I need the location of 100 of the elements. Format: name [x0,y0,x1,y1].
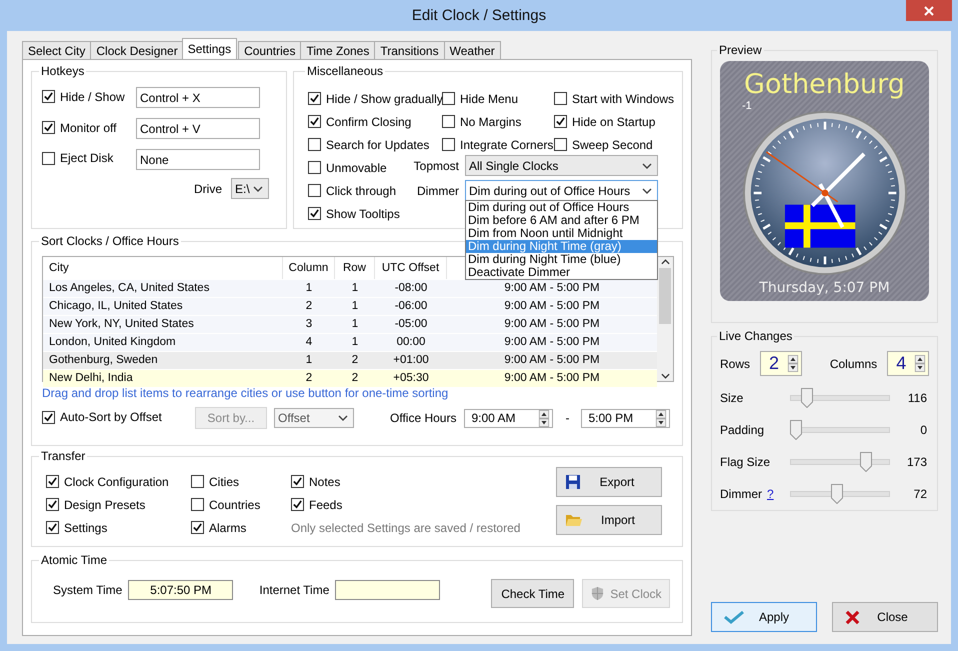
checkbox-option[interactable]: Confirm Closing [308,114,412,128]
slider-track[interactable] [790,388,890,408]
checkbox-option[interactable]: Eject Disk [42,151,114,166]
checkbox[interactable] [308,115,321,128]
tab[interactable]: Clock Designer [90,41,184,59]
checkbox-option[interactable]: Settings [46,520,108,534]
checkbox[interactable] [191,475,204,488]
drive-dropdown[interactable]: E:\ [231,178,269,199]
checkbox-option[interactable]: Hide on Startup [554,114,656,128]
checkbox[interactable] [191,521,204,534]
close-button[interactable]: Close [832,602,938,632]
checkbox-option[interactable]: Hide / Show [42,90,125,104]
spinner-arrows-icon[interactable] [538,410,550,426]
checkbox-option[interactable]: Click through [308,184,396,198]
checkbox-option[interactable]: Design Presets [46,498,146,512]
close-button[interactable] [906,0,952,21]
checkbox-option[interactable]: Integrate Corners [442,138,554,152]
checkbox[interactable] [191,498,204,511]
slider-thumb[interactable] [800,388,813,408]
spinner-arrows-icon[interactable] [655,410,668,426]
dropdown-option[interactable]: Deactivate Dimmer [466,266,657,279]
checkbox[interactable] [308,184,321,197]
checkbox[interactable] [554,115,567,128]
checkbox[interactable] [554,138,567,151]
dropdown-option[interactable]: Dim before 6 AM and after 6 PM [466,214,657,227]
tab[interactable]: Time Zones [300,41,376,59]
checkbox-option[interactable]: Hide Menu [442,92,518,106]
check-time-button[interactable]: Check Time [491,579,574,608]
help-link[interactable]: ? [767,487,774,501]
spinner-arrows-icon[interactable] [914,355,926,372]
apply-button[interactable]: Apply [711,602,817,632]
checkbox[interactable] [308,92,321,105]
checkbox-option[interactable]: Countries [191,498,260,512]
scrollbar[interactable] [657,257,673,381]
checkbox-option[interactable]: No Margins [442,114,522,128]
table-row[interactable]: Gothenburg, Sweden 1 2 +01:00 9:00 AM - 5:00 PM [43,351,657,369]
checkbox[interactable] [42,152,55,165]
table-row[interactable]: New Delhi, India 2 2 +05:30 9:00 AM - 5:00 PM [43,369,657,387]
import-button[interactable]: Import [556,505,662,535]
checkbox[interactable] [442,92,455,105]
checkbox[interactable] [42,90,55,104]
checkbox-option[interactable]: Show Tooltips [308,206,400,220]
hotkey-field[interactable]: Control + X [136,87,260,108]
checkbox-option[interactable]: Cities [191,474,240,488]
checkbox-option[interactable]: Hide / Show gradually [308,92,443,106]
checkbox[interactable] [554,92,567,105]
table-row[interactable]: Chicago, IL, United States 2 1 -06:00 9:00 AM - 5:00 PM [43,297,657,315]
topmost-dropdown[interactable]: All Single Clocks [465,155,658,176]
table-row[interactable]: London, United Kingdom 4 1 00:00 9:00 AM - 5:00 PM [43,333,657,351]
checkbox[interactable] [308,161,321,174]
checkbox[interactable] [308,138,321,151]
dropdown-option[interactable]: Dim during Night Time (blue) [466,253,657,266]
slider-thumb[interactable] [790,420,802,440]
scroll-up-icon[interactable] [660,259,670,265]
hotkey-field[interactable]: None [136,149,260,170]
slider-thumb[interactable] [831,484,844,504]
checkbox-option[interactable]: Auto-Sort by Offset [42,410,162,424]
checkbox-option[interactable]: Unmovable [308,160,387,174]
checkbox[interactable] [291,498,304,511]
number-spinner[interactable]: 2 [760,351,802,376]
system-time-field[interactable]: 5:07:50 PM [128,580,234,600]
checkbox-option[interactable]: Monitor off [42,120,116,135]
slider-track[interactable] [790,420,890,440]
checkbox-option[interactable]: Notes [291,474,340,488]
checkbox[interactable] [291,475,304,488]
checkbox-option[interactable]: Alarms [191,520,246,534]
checkbox[interactable] [46,521,59,534]
tab[interactable]: Settings [182,38,238,59]
slider-track[interactable] [790,484,890,504]
table-row[interactable]: Los Angeles, CA, United States 1 1 -08:00 9:00 AM - 5:00 PM [43,279,657,297]
table-row[interactable]: New York, NY, United States 3 1 -05:00 9:00 AM - 5:00 PM [43,315,657,333]
slider-thumb[interactable] [860,452,872,472]
checkbox-option[interactable]: Sweep Second [554,138,653,152]
number-spinner[interactable]: 4 [887,351,929,376]
internet-time-field[interactable] [335,580,440,600]
checkbox[interactable] [46,498,59,511]
checkbox[interactable] [308,207,321,220]
tab[interactable]: Weather [444,41,501,59]
time-field[interactable]: 9:00 AM [464,408,554,428]
checkbox[interactable] [442,115,455,128]
checkbox[interactable] [442,138,455,151]
dropdown-option[interactable]: Dim during out of Office Hours [466,201,657,214]
checkbox[interactable] [42,410,55,424]
tab[interactable]: Transitions [374,41,445,59]
dropdown-option[interactable]: Dim from Noon until Midnight [466,227,657,240]
time-field[interactable]: 5:00 PM [581,408,670,428]
checkbox-option[interactable]: Start with Windows [554,92,674,106]
checkbox-option[interactable]: Clock Configuration [46,474,169,488]
tab[interactable]: Select City [22,41,92,59]
checkbox[interactable] [46,475,59,488]
export-button[interactable]: Export [556,467,662,497]
checkbox-option[interactable]: Feeds [291,498,342,512]
hotkey-field[interactable]: Control + V [136,118,260,139]
spinner-arrows-icon[interactable] [786,355,799,372]
tab[interactable]: Countries [238,41,302,59]
checkbox[interactable] [42,121,55,134]
slider-track[interactable] [790,452,890,472]
checkbox-option[interactable]: Search for Updates [308,138,430,152]
scroll-down-icon[interactable] [660,373,670,379]
dimmer-dropdown[interactable]: Dim during out of Office Hours [465,180,658,201]
